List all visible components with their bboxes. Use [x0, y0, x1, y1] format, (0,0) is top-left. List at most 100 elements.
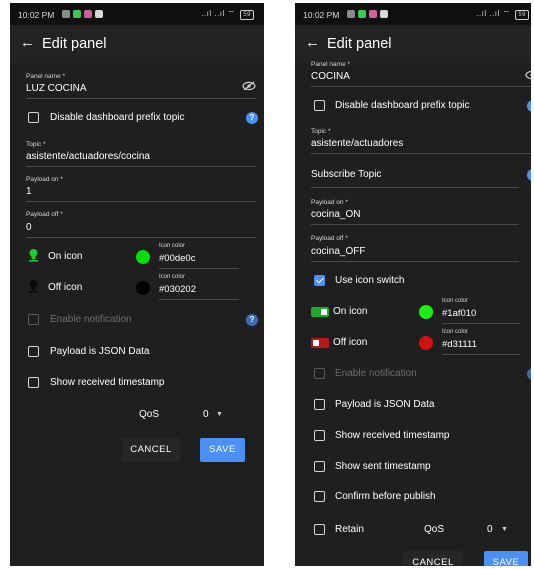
app-notification-icon — [95, 10, 103, 18]
status-bar: 10:02 PM ..ıl ..ıl ⌔ 59 — [10, 3, 264, 25]
show-sent-checkbox[interactable] — [314, 461, 325, 472]
notification-icon — [347, 10, 355, 18]
qos-select[interactable]: 0 — [203, 409, 209, 420]
status-time: 10:02 PM — [18, 10, 55, 20]
off-color-label: Icon color — [159, 274, 186, 280]
status-bar: 10:02 PM ..ıl ..ıl ⌔ 59 — [295, 3, 531, 25]
off-color-swatch[interactable] — [419, 336, 433, 350]
panel-name-input[interactable]: COCINA — [311, 71, 350, 82]
notification-icon — [62, 10, 70, 18]
payload-off-input[interactable]: cocina_OFF — [311, 246, 365, 257]
lightbulb-on-icon[interactable] — [28, 248, 39, 262]
eye-off-icon[interactable] — [242, 81, 256, 91]
status-time: 10:02 PM — [303, 10, 340, 20]
back-arrow-icon[interactable]: ← — [305, 35, 320, 51]
on-color-swatch[interactable] — [136, 250, 150, 264]
toggle-off-icon[interactable] — [311, 338, 329, 348]
payload-off-input[interactable]: 0 — [26, 222, 32, 233]
payload-on-input[interactable]: cocina_ON — [311, 209, 360, 220]
on-color-label: Icon color — [159, 243, 186, 249]
battery-icon: 59 — [515, 10, 529, 20]
app-notification-icon — [358, 10, 366, 18]
show-received-label: Show received timestamp — [335, 430, 450, 441]
show-timestamp-checkbox[interactable] — [28, 377, 39, 388]
off-color-input[interactable]: #d31111 — [442, 339, 477, 350]
on-color-input[interactable]: #1af010 — [442, 308, 476, 319]
app-notification-icon — [84, 10, 92, 18]
off-color-underline — [159, 299, 239, 300]
enable-notification-checkbox[interactable] — [28, 314, 39, 325]
signal-icons: ..ıl ..ıl ⌔ 59 — [476, 9, 529, 20]
topic-underline — [26, 166, 256, 167]
off-color-input[interactable]: #030202 — [159, 284, 196, 295]
app-notification-icon — [73, 10, 81, 18]
help-icon[interactable]: ? — [246, 314, 258, 326]
disable-prefix-checkbox[interactable] — [28, 112, 39, 123]
off-color-swatch[interactable] — [136, 281, 150, 295]
qos-label: QoS — [139, 409, 160, 420]
app-bar: ← Edit panel — [10, 25, 264, 63]
wifi-icon: ⌔ — [227, 9, 236, 18]
disable-prefix-label: Disable dashboard prefix topic — [50, 112, 185, 123]
dropdown-arrow-icon[interactable]: ▼ — [501, 526, 508, 533]
toggle-on-icon[interactable] — [311, 307, 329, 317]
topic-input[interactable]: asistente/actuadores/cocina — [26, 151, 150, 162]
disable-prefix-checkbox[interactable] — [314, 100, 325, 111]
cancel-button[interactable]: CANCEL — [122, 438, 180, 462]
payload-off-label: Payload off * — [26, 211, 63, 218]
payload-json-label: Payload is JSON Data — [50, 346, 150, 357]
retain-label: Retain — [335, 524, 364, 535]
show-received-checkbox[interactable] — [314, 430, 325, 441]
help-icon[interactable]: ? — [527, 100, 531, 112]
page-title: Edit panel — [327, 36, 392, 52]
qos-label: QoS — [424, 524, 445, 535]
confirm-publish-checkbox[interactable] — [314, 491, 325, 502]
signal-text: ..ıl ..ıl — [476, 9, 500, 18]
on-icon-label: On icon — [333, 306, 368, 317]
use-icon-switch-checkbox[interactable] — [314, 275, 325, 286]
payload-on-input[interactable]: 1 — [26, 186, 32, 197]
topic-label: Topic * — [311, 128, 331, 135]
qos-select[interactable]: 0 — [487, 524, 493, 535]
on-icon-label: On icon — [48, 251, 83, 262]
signal-text: ..ıl ..ıl — [201, 9, 225, 18]
dropdown-arrow-icon[interactable]: ▼ — [216, 411, 223, 418]
retain-checkbox[interactable] — [314, 524, 325, 535]
off-color-label: Icon color — [442, 329, 469, 335]
help-icon[interactable]: ? — [527, 169, 531, 181]
save-button[interactable]: SAVE — [200, 438, 245, 462]
on-color-underline — [159, 268, 239, 269]
help-icon[interactable]: ? — [527, 368, 531, 380]
payload-off-underline — [26, 237, 256, 238]
on-color-swatch[interactable] — [419, 305, 433, 319]
cancel-button[interactable]: CANCEL — [403, 551, 463, 566]
topic-label: Topic * — [26, 141, 46, 148]
on-color-label: Icon color — [442, 298, 469, 304]
battery-icon: 59 — [240, 10, 254, 20]
wifi-icon: ⌔ — [502, 9, 511, 18]
lightbulb-off-icon[interactable] — [28, 279, 39, 293]
on-color-input[interactable]: #00de0c — [159, 253, 195, 264]
eye-off-icon[interactable] — [525, 70, 531, 80]
save-button[interactable]: SAVE — [484, 551, 528, 566]
off-color-underline — [442, 354, 520, 355]
payload-on-underline — [311, 224, 519, 225]
topic-input[interactable]: asistente/actuadores — [311, 138, 403, 149]
subscribe-topic-underline — [311, 187, 519, 188]
signal-icons: ..ıl ..ıl ⌔ 59 — [201, 9, 254, 20]
payload-off-underline — [311, 261, 519, 262]
payload-json-checkbox[interactable] — [314, 399, 325, 410]
panel-name-label: Panel name * — [311, 61, 351, 68]
panel-name-input[interactable]: LUZ COCINA — [26, 83, 87, 94]
help-icon[interactable]: ? — [246, 112, 258, 124]
back-arrow-icon[interactable]: ← — [20, 35, 35, 51]
show-timestamp-label: Show received timestamp — [50, 377, 165, 388]
payload-json-checkbox[interactable] — [28, 346, 39, 357]
subscribe-topic-field[interactable]: Subscribe Topic — [311, 169, 381, 180]
phone-screen-left: 10:02 PM ..ıl ..ıl ⌔ 59 ← Edit panel Pan… — [10, 3, 264, 566]
topic-underline — [311, 153, 531, 154]
disable-prefix-label: Disable dashboard prefix topic — [335, 100, 470, 111]
enable-notification-checkbox[interactable] — [314, 368, 325, 379]
on-color-underline — [442, 323, 520, 324]
panel-name-label: Panel name * — [26, 73, 66, 80]
